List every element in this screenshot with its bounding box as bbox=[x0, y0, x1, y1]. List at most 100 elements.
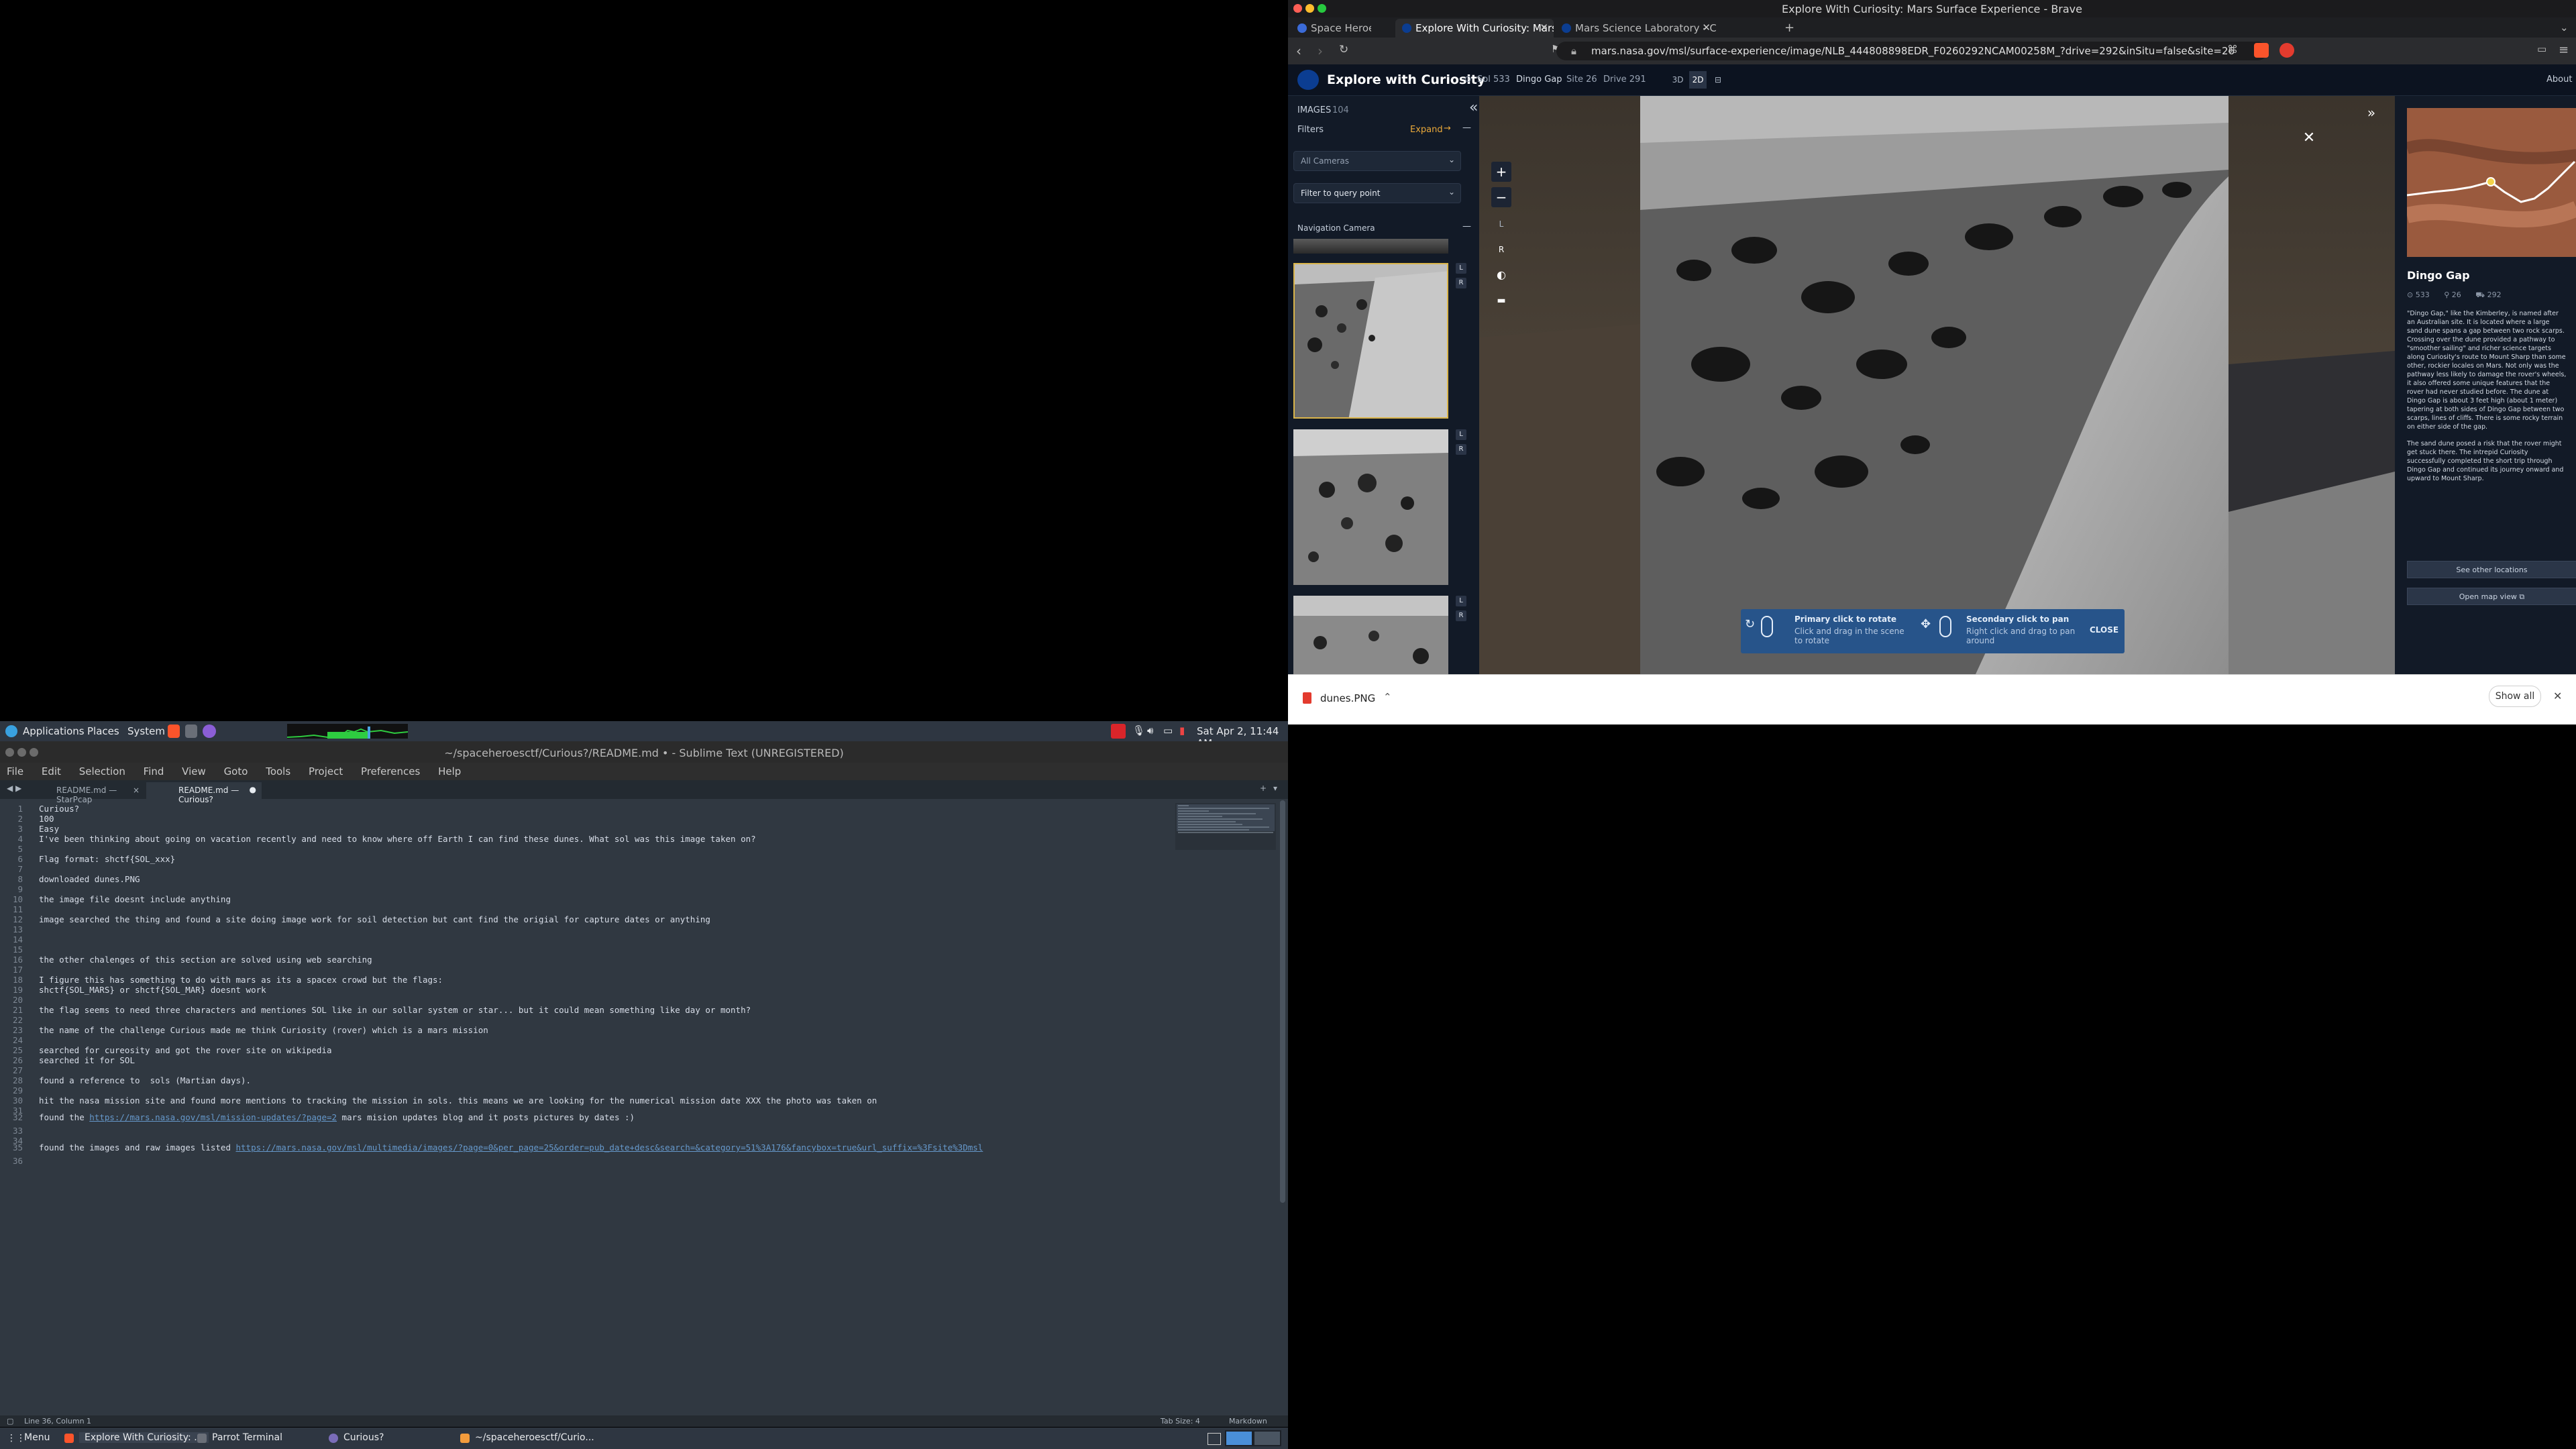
left-eye-button[interactable]: L bbox=[1456, 596, 1466, 606]
task-parrot-terminal[interactable]: Parrot Terminal bbox=[212, 1432, 282, 1443]
battery-icon[interactable]: ▮ bbox=[1179, 724, 1185, 737]
hint-close-button[interactable]: CLOSE bbox=[2090, 625, 2118, 635]
show-all-button[interactable]: Show all bbox=[2489, 686, 2541, 707]
left-eye-button[interactable]: L bbox=[1456, 429, 1466, 440]
tab-scroll-arrows-icon[interactable]: ◀ ▶ bbox=[7, 784, 21, 793]
places-menu[interactable]: Places bbox=[87, 725, 119, 737]
back-button[interactable]: ‹ bbox=[1296, 43, 1301, 59]
reload-button[interactable]: ↻ bbox=[1339, 43, 1348, 56]
contrast-icon[interactable]: ◐ bbox=[1491, 265, 1511, 285]
collapse-camera-icon[interactable]: — bbox=[1462, 221, 1471, 231]
menu-find[interactable]: Find bbox=[144, 765, 164, 777]
view-3d-button[interactable]: 3D bbox=[1669, 71, 1686, 89]
about-link[interactable]: About bbox=[2546, 74, 2572, 85]
image-thumbnail-selected[interactable] bbox=[1293, 263, 1448, 419]
right-eye-button[interactable]: R bbox=[1456, 278, 1466, 288]
menu-view[interactable]: View bbox=[182, 765, 206, 777]
location-map[interactable] bbox=[2407, 108, 2576, 257]
tab-close-icon[interactable]: ✕ bbox=[1702, 21, 1711, 34]
network-icon[interactable]: ▭ bbox=[1163, 724, 1173, 737]
crumb-drive[interactable]: Drive 291 bbox=[1603, 74, 1646, 85]
system-menu[interactable]: System bbox=[127, 725, 165, 737]
vpn-icon[interactable] bbox=[1111, 724, 1126, 739]
menu-goto[interactable]: Goto bbox=[224, 765, 248, 777]
tab-space-heroes[interactable]: Space Heroes CTF bbox=[1291, 19, 1371, 38]
mic-icon[interactable]: 🎙︎ bbox=[1132, 724, 1145, 737]
menu-file[interactable]: File bbox=[7, 765, 23, 777]
task-explore-curiosity[interactable]: Explore With Curiosity: ... bbox=[79, 1432, 209, 1443]
multimedia-images-link[interactable]: https://mars.nasa.gov/msl/multimedia/ima… bbox=[236, 1142, 983, 1152]
show-desktop-icon[interactable] bbox=[1208, 1433, 1221, 1445]
expand-panel-icon[interactable]: » bbox=[2361, 103, 2381, 123]
workspace-1[interactable] bbox=[1226, 1432, 1252, 1445]
wallet-icon[interactable]: ▭ bbox=[2537, 43, 2546, 55]
open-map-view-button[interactable]: Open map view ⧉ bbox=[2407, 588, 2576, 605]
menu-button[interactable]: Menu bbox=[24, 1432, 50, 1443]
crumb-location[interactable]: Dingo Gap bbox=[1516, 74, 1562, 85]
tab-readme-curious[interactable]: README.md — Curious? ● bbox=[146, 782, 262, 804]
expand-link[interactable]: Expand bbox=[1410, 125, 1443, 135]
mars-surface-image[interactable] bbox=[1479, 96, 2395, 674]
crumb-site[interactable]: Site 26 bbox=[1566, 74, 1597, 85]
tab-modified-dot-icon[interactable]: ● bbox=[250, 785, 256, 794]
address-bar[interactable]: 🔒︎ mars.nasa.gov/msl/surface-experience/… bbox=[1556, 42, 2267, 60]
volume-icon[interactable]: 🔊︎ bbox=[1147, 724, 1153, 737]
panel-toggle-icon[interactable]: ▢ bbox=[7, 1417, 13, 1426]
menu-preferences[interactable]: Preferences bbox=[361, 765, 420, 777]
zoom-out-button[interactable]: − bbox=[1491, 187, 1511, 207]
right-eye-button[interactable]: R bbox=[1491, 239, 1511, 260]
task-curious[interactable]: Curious? bbox=[343, 1432, 384, 1443]
image-thumbnail[interactable] bbox=[1293, 429, 1448, 585]
nasa-logo-icon[interactable] bbox=[1297, 70, 1319, 90]
menu-icon[interactable]: ≡ bbox=[2559, 43, 2569, 57]
see-other-locations-button[interactable]: See other locations bbox=[2407, 561, 2576, 578]
tab-msl[interactable]: Mars Science Laboratory - Cu ✕ bbox=[1555, 19, 1716, 38]
collapse-panel-icon[interactable]: « bbox=[1469, 99, 1478, 116]
brave-shields-icon[interactable] bbox=[2254, 43, 2269, 58]
new-tab-button[interactable]: + bbox=[1779, 19, 1799, 38]
left-eye-button[interactable]: L bbox=[1491, 214, 1511, 234]
tab-readme-starpcap[interactable]: README.md — StarPcap × bbox=[24, 782, 145, 804]
task-sublime[interactable]: ~/spaceheroesctf/Curio... bbox=[475, 1432, 594, 1443]
text-editor[interactable]: 1 Curious? 2 100 3 Easy 4 I've been thinking ab… bbox=[0, 800, 1285, 1417]
share-icon[interactable]: ⌘ bbox=[2227, 43, 2238, 56]
ruler-icon[interactable]: ▬ bbox=[1491, 290, 1511, 311]
right-eye-button[interactable]: R bbox=[1456, 444, 1466, 455]
tab-list-icon[interactable]: ▾ bbox=[1273, 784, 1277, 793]
tab-list-chevron-icon[interactable]: ⌄ bbox=[2556, 19, 2576, 38]
mission-updates-link[interactable]: https://mars.nasa.gov/msl/mission-update… bbox=[89, 1112, 337, 1122]
query-point-select[interactable]: Filter to query point ⌄ bbox=[1293, 183, 1461, 203]
chevron-up-icon[interactable]: ⌃ bbox=[1383, 691, 1392, 703]
syntax-mode[interactable]: Markdown bbox=[1229, 1417, 1267, 1426]
editor-scrollbar[interactable] bbox=[1280, 800, 1285, 1203]
close-image-icon[interactable]: ✕ bbox=[2299, 128, 2319, 148]
collapse-filters-icon[interactable]: — bbox=[1462, 123, 1471, 133]
menu-grid-icon[interactable]: ⋮⋮ bbox=[7, 1433, 25, 1444]
image-viewer[interactable]: + − L R ◐ ▬ » ✕ ↻ Primary click to rotat… bbox=[1479, 96, 2395, 674]
close-downloads-icon[interactable]: ✕ bbox=[2553, 690, 2562, 702]
workspace-2[interactable] bbox=[1254, 1432, 1280, 1445]
menu-help[interactable]: Help bbox=[438, 765, 461, 777]
forward-button[interactable]: › bbox=[1318, 43, 1323, 59]
tab-close-icon[interactable]: ✕ bbox=[1540, 21, 1548, 34]
menu-edit[interactable]: Edit bbox=[42, 765, 61, 777]
workspace-switcher[interactable] bbox=[1225, 1430, 1281, 1446]
brave-rewards-icon[interactable] bbox=[2279, 43, 2294, 58]
zoom-in-button[interactable]: + bbox=[1491, 162, 1511, 182]
view-2d-button[interactable]: 2D bbox=[1689, 71, 1707, 89]
download-item[interactable]: dunes.PNG bbox=[1320, 692, 1375, 704]
app-launcher-icon[interactable] bbox=[203, 724, 216, 738]
menu-selection[interactable]: Selection bbox=[79, 765, 125, 777]
menu-tools[interactable]: Tools bbox=[266, 765, 290, 777]
tab-size[interactable]: Tab Size: 4 bbox=[1161, 1417, 1200, 1426]
new-tab-icon[interactable]: + bbox=[1260, 784, 1267, 793]
camera-select[interactable]: All Cameras ⌄ bbox=[1293, 151, 1461, 171]
app-title[interactable]: Explore with Curiosity bbox=[1327, 72, 1485, 87]
tab-close-icon[interactable]: × bbox=[133, 786, 140, 795]
tab-explore-curiosity[interactable]: Explore With Curiosity: Mars ✕ bbox=[1395, 19, 1554, 38]
brave-launcher-icon[interactable] bbox=[168, 724, 180, 738]
view-split-icon[interactable]: ⊟ bbox=[1709, 71, 1727, 89]
menu-project[interactable]: Project bbox=[309, 765, 343, 777]
applications-menu[interactable]: Applications bbox=[23, 725, 85, 737]
crumb-sol[interactable]: Sol 533 bbox=[1477, 74, 1510, 85]
